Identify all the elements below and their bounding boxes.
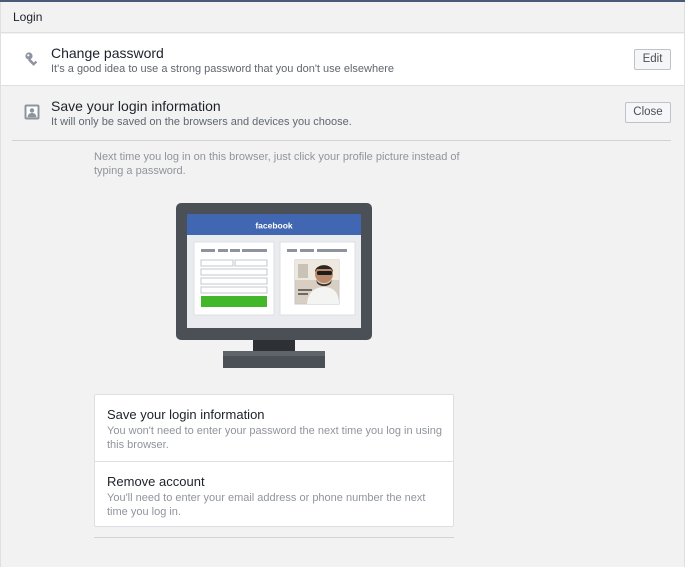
remove-account-option-title: Remove account	[107, 474, 205, 489]
remove-account-option-subtitle: You'll need to enter your email address …	[107, 492, 426, 518]
close-button[interactable]: Close	[625, 102, 671, 123]
change-password-subtitle: It's a good idea to use a strong passwor…	[51, 63, 394, 75]
save-login-row: Save your login information It will only…	[1, 87, 684, 141]
save-login-option-title: Save your login information	[107, 407, 265, 422]
profile-card-icon	[23, 103, 41, 121]
save-login-title: Save your login information	[51, 98, 221, 114]
remove-account-option[interactable]: Remove account You'll need to enter your…	[95, 461, 453, 527]
bottom-divider	[94, 537, 454, 538]
section-divider	[12, 140, 671, 141]
section-header: Login	[1, 2, 684, 33]
browser-login-illustration: facebook	[176, 203, 372, 369]
save-login-hint: Next time you log in on this browser, ju…	[94, 151, 460, 177]
change-password-title: Change password	[51, 45, 164, 61]
section-title: Login	[13, 10, 43, 24]
login-options-list: Save your login information You won't ne…	[94, 394, 454, 527]
illustration-brand-text: facebook	[255, 221, 293, 231]
save-login-option[interactable]: Save your login information You won't ne…	[95, 395, 453, 461]
key-icon	[23, 50, 41, 68]
change-password-row[interactable]: Change password It's a good idea to use …	[1, 34, 684, 86]
save-login-subtitle: It will only be saved on the browsers an…	[51, 116, 352, 128]
save-login-option-subtitle: You won't need to enter your password th…	[107, 425, 442, 451]
edit-button[interactable]: Edit	[634, 49, 671, 70]
